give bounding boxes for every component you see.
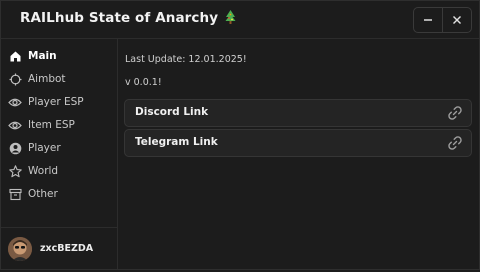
app-window: RAILhub State of Anarchy Main Aimbot Pla…: [0, 0, 480, 270]
telegram-link-button[interactable]: Telegram Link: [124, 129, 472, 157]
close-button[interactable]: [442, 8, 471, 32]
window-controls: [413, 7, 472, 33]
sidebar-item-main[interactable]: Main: [1, 46, 117, 66]
main-content: Last Update: 12.01.2025! v 0.0.1! Discor…: [118, 39, 479, 269]
sidebar-item-label: Main: [28, 50, 57, 62]
archive-icon: [8, 187, 22, 201]
sidebar-item-label: Player ESP: [28, 96, 84, 108]
user-profile[interactable]: zxcBEZDA: [1, 227, 117, 272]
close-icon: [453, 16, 461, 24]
eye-icon: [8, 95, 22, 109]
sidebar-item-label: Aimbot: [28, 73, 66, 85]
minimize-icon: [424, 19, 432, 21]
version-text: v 0.0.1!: [125, 77, 162, 88]
last-update-text: Last Update: 12.01.2025!: [125, 54, 247, 65]
username: zxcBEZDA: [40, 243, 94, 254]
sidebar-item-world[interactable]: World: [1, 161, 117, 181]
avatar: [8, 237, 32, 261]
sidebar-item-label: World: [28, 165, 59, 177]
link-label: Discord Link: [135, 106, 209, 118]
link-icon: [448, 136, 462, 150]
sidebar-item-player[interactable]: Player: [1, 138, 117, 158]
sidebar-item-label: Item ESP: [28, 119, 75, 131]
home-icon: [8, 49, 22, 63]
sidebar-item-aimbot[interactable]: Aimbot: [1, 69, 117, 89]
title-bar[interactable]: RAILhub State of Anarchy: [1, 1, 479, 39]
eye-icon: [8, 118, 22, 132]
window-title: RAILhub State of Anarchy: [20, 10, 236, 26]
link-label: Telegram Link: [135, 136, 218, 148]
sidebar-item-other[interactable]: Other: [1, 184, 117, 204]
user-icon: [8, 141, 22, 155]
sidebar-item-label: Other: [28, 188, 58, 200]
star-icon: [8, 164, 22, 178]
sidebar-item-player-esp[interactable]: Player ESP: [1, 92, 117, 112]
christmas-tree-icon: [225, 10, 236, 24]
sidebar-item-item-esp[interactable]: Item ESP: [1, 115, 117, 135]
sidebar-item-label: Player: [28, 142, 61, 154]
minimize-button[interactable]: [414, 8, 442, 32]
crosshair-icon: [8, 72, 22, 86]
link-icon: [448, 106, 462, 120]
discord-link-button[interactable]: Discord Link: [124, 99, 472, 127]
